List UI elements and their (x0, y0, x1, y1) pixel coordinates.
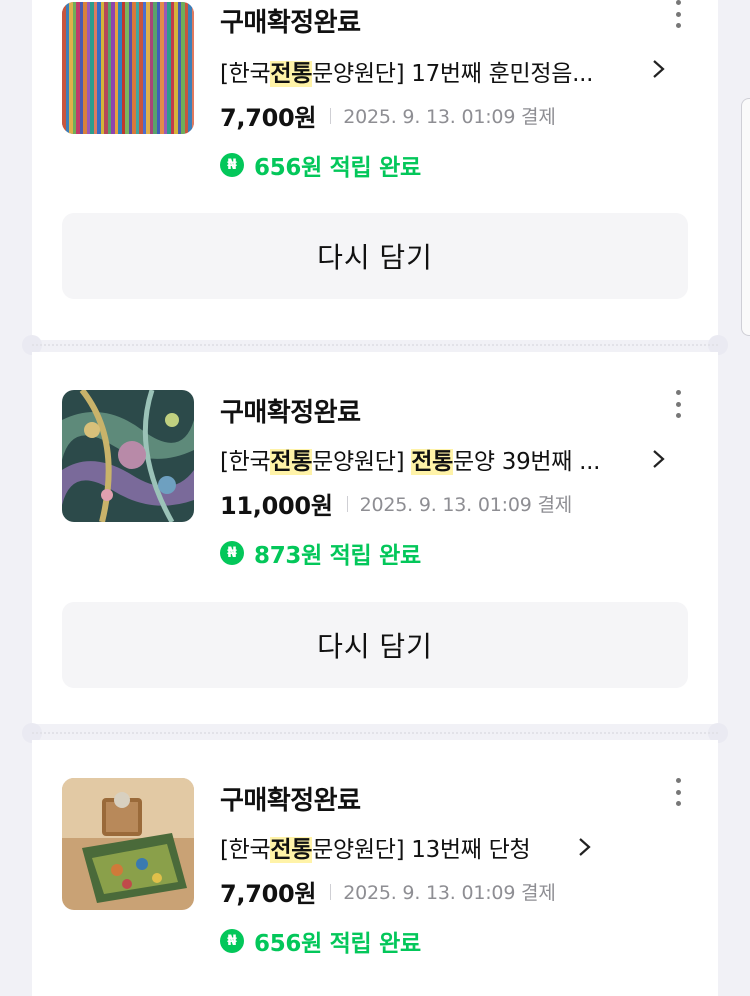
order-card: 구매확정완료 [한국전통문양원단] 전통문양 39번째 ... 11,000원 … (32, 352, 718, 724)
payment-date: 2025. 9. 13. 01:09 결제 (343, 882, 556, 904)
price: 7,700원 (220, 104, 317, 132)
points-row: ₦ 656원 적립 완료 (220, 924, 421, 958)
product-title-link[interactable]: [한국전통문양원단] 13번째 단청 (220, 830, 670, 864)
title-main: 문양원단] 13번째 단청 (312, 837, 531, 863)
points-earned: 873원 적립 완료 (254, 543, 421, 569)
title-tail: 문양 39번째 ... (453, 449, 601, 475)
chevron-right-icon[interactable] (648, 448, 670, 470)
price-row: 11,000원 2025. 9. 13. 01:09 결제 (220, 486, 572, 521)
order-card: 구매확정완료 [한국전통문양원단] 17번째 훈민정음... 7,700원 20… (32, 0, 718, 340)
divider (330, 107, 332, 124)
more-options-icon[interactable] (674, 0, 682, 28)
product-title-link[interactable]: [한국전통문양원단] 17번째 훈민정음... (220, 54, 670, 88)
price: 7,700원 (220, 880, 317, 908)
title-prefix: [한국 (220, 837, 271, 863)
title-highlight: 전통 (270, 837, 313, 863)
title-main: 문양원단] (312, 449, 412, 475)
order-status: 구매확정완료 (220, 398, 361, 428)
title-prefix: [한국 (220, 449, 271, 475)
scrollbar[interactable] (741, 98, 750, 336)
add-to-cart-again-button[interactable]: 다시 담기 (62, 602, 688, 688)
product-thumbnail[interactable] (62, 390, 194, 522)
add-to-cart-again-button[interactable]: 다시 담기 (62, 213, 688, 299)
more-options-icon[interactable] (674, 390, 682, 418)
title-highlight: 전통 (411, 449, 453, 475)
title-highlight: 전통 (270, 449, 313, 475)
product-thumbnail[interactable] (62, 2, 194, 134)
title-main: 문양원단] 17번째 훈민정음... (312, 61, 594, 87)
dotted-divider (32, 732, 718, 734)
product-thumbnail[interactable] (62, 778, 194, 910)
naver-point-icon: ₦ (220, 153, 244, 177)
points-row: ₦ 656원 적립 완료 (220, 148, 421, 182)
naver-point-icon: ₦ (220, 541, 244, 565)
order-status: 구매확정완료 (220, 8, 361, 38)
payment-date: 2025. 9. 13. 01:09 결제 (359, 494, 573, 516)
more-options-icon[interactable] (674, 778, 682, 806)
chevron-right-icon[interactable] (574, 836, 596, 858)
naver-point-icon: ₦ (220, 929, 244, 953)
order-card: 구매확정완료 [한국전통문양원단] 13번째 단청 7,700원 2025. 9… (32, 740, 718, 996)
dotted-divider (32, 344, 718, 346)
points-row: ₦ 873원 적립 완료 (220, 536, 421, 570)
divider (346, 495, 348, 512)
product-title-link[interactable]: [한국전통문양원단] 전통문양 39번째 ... (220, 442, 670, 476)
title-highlight: 전통 (270, 61, 313, 87)
price-row: 7,700원 2025. 9. 13. 01:09 결제 (220, 874, 556, 909)
divider (330, 883, 332, 900)
order-status: 구매확정완료 (220, 786, 361, 816)
points-earned: 656원 적립 완료 (254, 155, 421, 181)
title-prefix: [한국 (220, 61, 271, 87)
price: 11,000원 (220, 492, 333, 520)
price-row: 7,700원 2025. 9. 13. 01:09 결제 (220, 98, 556, 133)
chevron-right-icon[interactable] (648, 58, 670, 80)
payment-date: 2025. 9. 13. 01:09 결제 (343, 106, 556, 128)
points-earned: 656원 적립 완료 (254, 931, 421, 957)
